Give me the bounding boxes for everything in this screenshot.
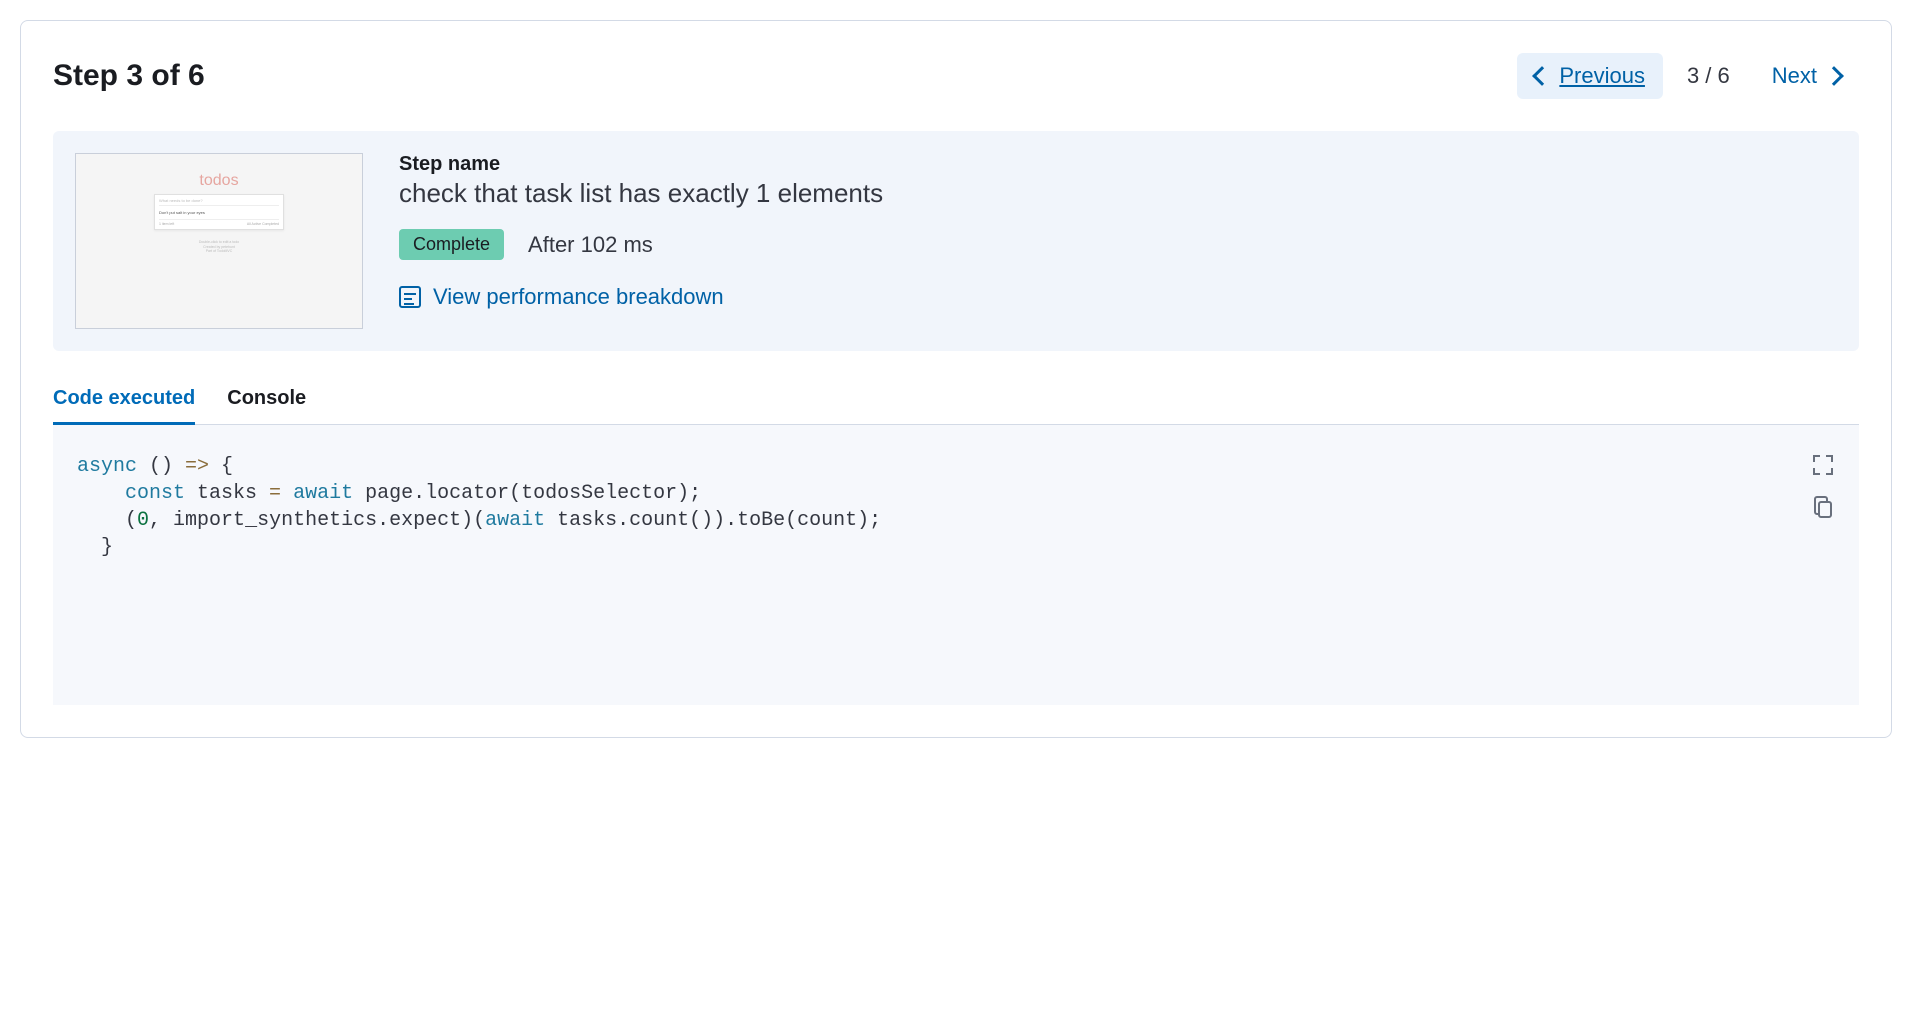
step-counter: 3 / 6 <box>1687 63 1730 89</box>
thumb-caption3: Part of TodoMVC <box>154 249 284 254</box>
step-name-value: check that task list has exactly 1 eleme… <box>399 178 1837 209</box>
status-badge: Complete <box>399 229 504 260</box>
code-content: async () => { const tasks = await page.l… <box>77 453 1835 561</box>
previous-label: Previous <box>1559 63 1645 89</box>
thumb-footer-left: 1 item left <box>159 222 174 226</box>
step-screenshot-thumbnail[interactable]: todos What needs to be done? Don't put s… <box>75 153 363 329</box>
next-button[interactable]: Next <box>1754 53 1859 99</box>
header-row: Step 3 of 6 Previous 3 / 6 Next <box>53 53 1859 99</box>
thumb-app-title: todos <box>154 172 284 190</box>
thumb-footer-mid: All Active Completed <box>247 222 279 226</box>
fullscreen-icon[interactable] <box>1811 453 1835 477</box>
thumb-placeholder: What needs to be done? <box>159 198 279 206</box>
copy-icon[interactable] <box>1811 495 1835 519</box>
step-timing: After 102 ms <box>528 232 653 258</box>
previous-button[interactable]: Previous <box>1517 53 1663 99</box>
tab-console[interactable]: Console <box>227 387 306 425</box>
step-detail-card: todos What needs to be done? Don't put s… <box>53 131 1859 351</box>
step-panel: Step 3 of 6 Previous 3 / 6 Next todos Wh… <box>20 20 1892 738</box>
document-icon <box>399 286 421 308</box>
chevron-left-icon <box>1532 66 1552 86</box>
tabs: Code executed Console <box>53 387 1859 425</box>
next-label: Next <box>1772 63 1817 89</box>
code-actions <box>1811 453 1835 519</box>
step-title: Step 3 of 6 <box>53 59 205 93</box>
status-row: Complete After 102 ms <box>399 229 1837 260</box>
tab-code-executed[interactable]: Code executed <box>53 387 195 425</box>
step-nav: Previous 3 / 6 Next <box>1517 53 1859 99</box>
step-meta: Step name check that task list has exact… <box>399 153 1837 329</box>
chevron-right-icon <box>1824 66 1844 86</box>
code-block: async () => { const tasks = await page.l… <box>53 425 1859 705</box>
thumb-task: Don't put salt in your eyes <box>159 208 279 217</box>
step-name-label: Step name <box>399 153 1837 176</box>
performance-breakdown-link[interactable]: View performance breakdown <box>399 284 1837 310</box>
perf-link-label: View performance breakdown <box>433 284 724 310</box>
